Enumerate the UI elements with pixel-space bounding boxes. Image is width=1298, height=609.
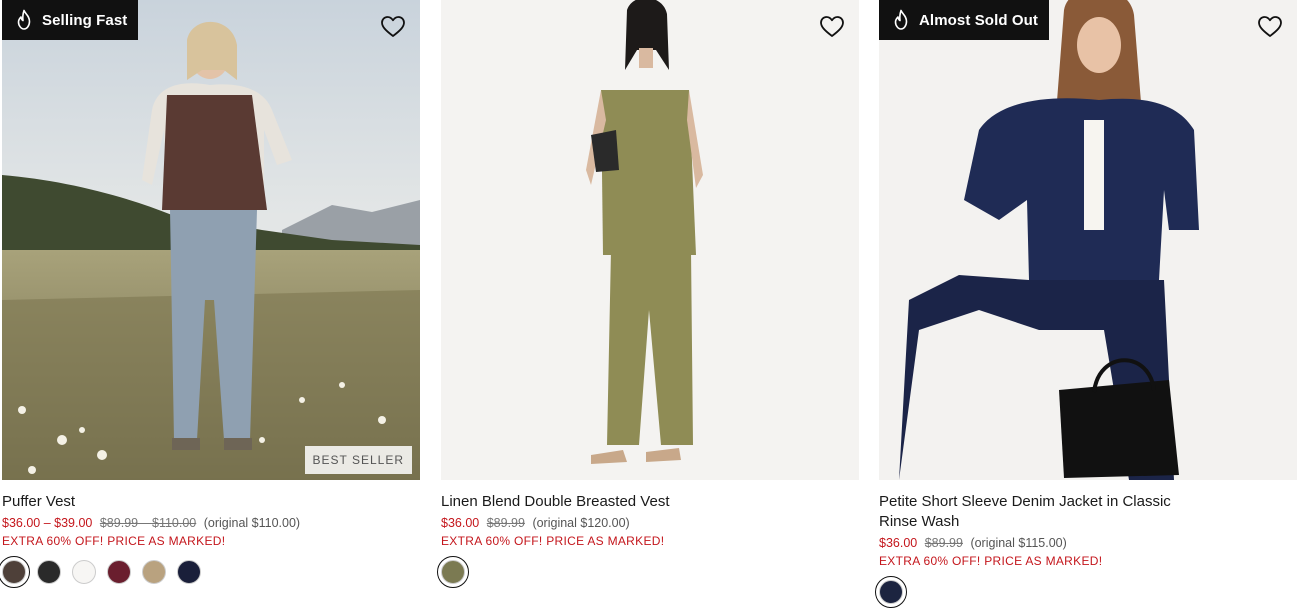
wishlist-heart-icon[interactable] xyxy=(819,14,845,40)
color-swatch[interactable] xyxy=(107,560,131,584)
product-name[interactable]: Linen Blend Double Breasted Vest xyxy=(441,492,771,512)
sale-price: $36.00 xyxy=(441,516,480,530)
badge-label: Almost Sold Out xyxy=(919,11,1038,29)
price-row: $36.00 $89.99 (original $120.00) xyxy=(441,515,859,532)
product-card-puffer-vest[interactable]: Selling Fast BEST SELLER Puffer Vest $36… xyxy=(0,0,420,588)
badge-selling-fast: Selling Fast xyxy=(2,0,139,40)
original-price: (original $120.00) xyxy=(532,516,630,530)
color-swatch[interactable] xyxy=(437,556,469,588)
wishlist-heart-icon[interactable] xyxy=(380,14,406,40)
was-price: $89.99 xyxy=(486,516,525,530)
sale-price: $36.00 – $39.00 xyxy=(2,516,93,530)
wishlist-heart-icon[interactable] xyxy=(1257,14,1283,40)
color-swatch[interactable] xyxy=(875,576,907,608)
color-swatches xyxy=(437,556,859,588)
color-swatch[interactable] xyxy=(37,560,61,584)
badge-label: Selling Fast xyxy=(42,11,128,29)
was-price: $89.99 xyxy=(924,536,963,550)
product-name[interactable]: Petite Short Sleeve Denim Jacket in Clas… xyxy=(879,492,1209,532)
price-row: $36.00 – $39.00 $89.99 – $110.00 (origin… xyxy=(2,515,420,532)
product-photo xyxy=(2,0,420,480)
product-photo xyxy=(879,0,1297,480)
badge-almost-sold-out: Almost Sold Out xyxy=(879,0,1049,40)
original-price: (original $110.00) xyxy=(203,516,301,530)
price-row: $36.00 $89.99 (original $115.00) xyxy=(879,535,1297,552)
color-swatches xyxy=(0,556,420,588)
color-swatch[interactable] xyxy=(177,560,201,584)
product-photo xyxy=(441,0,859,480)
flame-icon xyxy=(17,9,31,30)
color-swatches xyxy=(875,576,1297,608)
promo-text: EXTRA 60% OFF! PRICE AS MARKED! xyxy=(441,534,665,548)
was-price: $89.99 – $110.00 xyxy=(99,516,197,530)
promo-text: EXTRA 60% OFF! PRICE AS MARKED! xyxy=(879,554,1103,568)
sale-price: $36.00 xyxy=(879,536,918,550)
product-grid: Selling Fast BEST SELLER Puffer Vest $36… xyxy=(0,0,1298,609)
promo-text: EXTRA 60% OFF! PRICE AS MARKED! xyxy=(2,534,226,548)
best-seller-tag: BEST SELLER xyxy=(304,446,412,474)
product-image-puffer-vest[interactable]: Selling Fast BEST SELLER xyxy=(2,0,420,480)
color-swatch[interactable] xyxy=(72,560,96,584)
product-image-linen-vest[interactable] xyxy=(441,0,859,480)
product-card-denim-jacket[interactable]: Almost Sold Out Petite Short Sleeve Deni… xyxy=(875,0,1297,608)
color-swatch[interactable] xyxy=(142,560,166,584)
product-card-linen-vest[interactable]: Linen Blend Double Breasted Vest $36.00 … xyxy=(437,0,859,588)
flame-icon xyxy=(894,9,908,30)
color-swatch[interactable] xyxy=(0,556,30,588)
product-image-denim-jacket[interactable]: Almost Sold Out xyxy=(879,0,1297,480)
product-name[interactable]: Puffer Vest xyxy=(2,492,332,512)
original-price: (original $115.00) xyxy=(970,536,1067,550)
